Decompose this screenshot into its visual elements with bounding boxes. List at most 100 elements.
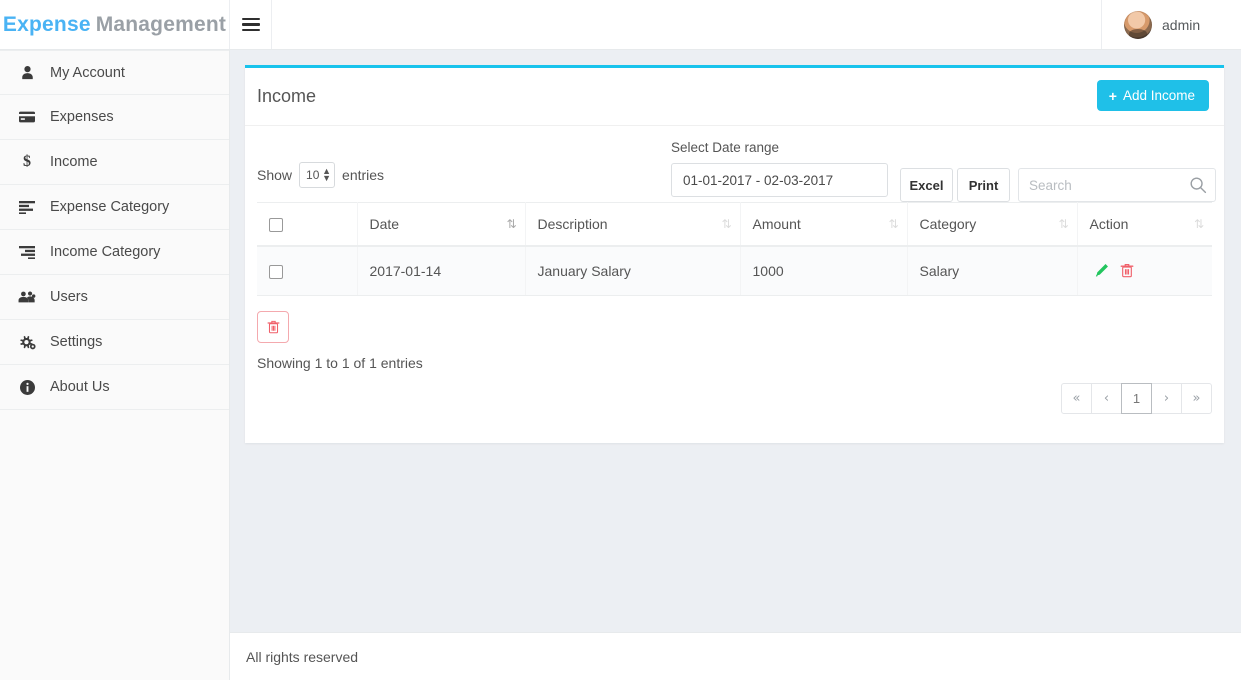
column-label: Description (538, 216, 608, 232)
brand-part-secondary: Management (96, 13, 226, 37)
bulk-delete-button[interactable] (257, 311, 289, 343)
column-label: Category (920, 216, 977, 232)
column-header-date[interactable]: Date ⇅ (357, 203, 525, 247)
print-button[interactable]: Print (957, 168, 1010, 202)
card-body: Show 10 25 50 100 ▲▼ entries (245, 126, 1224, 443)
sidebar-item-label: Expenses (50, 109, 114, 125)
users-icon (18, 290, 36, 304)
column-header-description[interactable]: Description ⇅ (525, 203, 740, 247)
sort-icon-description: ⇅ (721, 218, 730, 230)
brand-logo[interactable]: Expense Management (0, 0, 230, 49)
sort-icon-amount: ⇅ (888, 218, 897, 230)
table-row: 2017-01-14 January Salary 1000 Salary (257, 246, 1212, 295)
sidebar-item-label: About Us (50, 379, 110, 395)
table-head: Date ⇅ Description ⇅ Amount ⇅ (257, 203, 1212, 247)
pagination-page-1[interactable]: 1 (1121, 383, 1152, 414)
column-header-amount[interactable]: Amount ⇅ (740, 203, 907, 247)
row-checkbox-cell (257, 246, 357, 295)
cell-category: Salary (907, 246, 1077, 295)
page-length-select[interactable]: 10 25 50 100 (299, 162, 335, 188)
date-range-input[interactable] (671, 163, 888, 197)
main-content: Income + Add Income Show 10 25 50 (230, 50, 1241, 680)
top-bar-spacer (272, 0, 1101, 49)
table-info: Showing 1 to 1 of 1 entries (257, 355, 423, 371)
user-name-label: admin (1162, 17, 1200, 33)
credit-card-icon (18, 110, 36, 124)
page-footer: All rights reserved (230, 632, 1241, 680)
user-icon (18, 65, 36, 80)
sidebar-item-income-category[interactable]: Income Category (0, 230, 229, 275)
sidebar-item-settings[interactable]: Settings (0, 320, 229, 365)
sidebar: My Account Expenses $ Income Expense Cat… (0, 50, 230, 680)
user-menu[interactable]: admin (1101, 0, 1241, 49)
info-circle-icon (18, 380, 36, 395)
sort-icon-category: ⇅ (1058, 218, 1067, 230)
sidebar-item-label: Income (50, 154, 98, 170)
card-header: Income + Add Income (245, 68, 1224, 126)
search-input[interactable] (1019, 169, 1184, 201)
align-left-icon (18, 201, 36, 214)
sidebar-item-users[interactable]: Users (0, 275, 229, 320)
income-table: Date ⇅ Description ⇅ Amount ⇅ (257, 202, 1212, 296)
sidebar-item-label: Settings (50, 334, 102, 350)
sort-icon-action: ⇅ (1194, 218, 1203, 230)
cell-amount: 1000 (740, 246, 907, 295)
table-footer: Showing 1 to 1 of 1 entries « ‹ 1 › » (257, 355, 1212, 421)
footer-text: All rights reserved (246, 649, 358, 665)
sidebar-item-label: Expense Category (50, 199, 169, 215)
plus-icon: + (1109, 89, 1117, 103)
sidebar-item-label: My Account (50, 65, 125, 81)
date-range-label: Select Date range (671, 140, 888, 155)
sidebar-toggle-button[interactable] (230, 0, 272, 49)
entries-label: entries (342, 167, 384, 183)
column-header-category[interactable]: Category ⇅ (907, 203, 1077, 247)
export-excel-button[interactable]: Excel (900, 168, 953, 202)
table-body: 2017-01-14 January Salary 1000 Salary (257, 246, 1212, 295)
sidebar-item-my-account[interactable]: My Account (0, 50, 229, 95)
sort-icon-date: ⇅ (506, 218, 515, 230)
brand-part-primary: Expense (3, 13, 91, 37)
column-label: Date (370, 216, 400, 232)
hamburger-icon (242, 18, 260, 32)
search-icon[interactable] (1189, 176, 1207, 194)
search-box (1018, 168, 1216, 202)
add-income-button[interactable]: + Add Income (1097, 80, 1209, 111)
cell-date: 2017-01-14 (357, 246, 525, 295)
add-income-label: Add Income (1123, 88, 1195, 103)
row-checkbox[interactable] (269, 265, 283, 279)
show-label: Show (257, 167, 292, 183)
pagination-last[interactable]: » (1181, 383, 1212, 414)
column-header-action[interactable]: Action ⇅ (1077, 203, 1212, 247)
app-root: Expense Management admin My Account Expe… (0, 0, 1241, 680)
cell-action (1077, 246, 1212, 295)
date-range-control: Select Date range (671, 140, 888, 197)
table-header-row: Date ⇅ Description ⇅ Amount ⇅ (257, 203, 1212, 247)
column-label: Amount (753, 216, 801, 232)
income-card: Income + Add Income Show 10 25 50 (245, 65, 1224, 443)
align-right-icon (18, 246, 36, 259)
table-controls: Show 10 25 50 100 ▲▼ entries (257, 140, 1212, 202)
column-label: Action (1090, 216, 1129, 232)
page-length-wrap: 10 25 50 100 ▲▼ (299, 162, 335, 188)
column-header-checkbox[interactable] (257, 203, 357, 247)
sidebar-item-about-us[interactable]: About Us (0, 365, 229, 410)
pagination-previous[interactable]: ‹ (1091, 383, 1122, 414)
select-all-checkbox[interactable] (269, 218, 283, 232)
sidebar-item-label: Users (50, 289, 88, 305)
page-title: Income (257, 86, 316, 107)
sidebar-item-label: Income Category (50, 244, 160, 260)
sidebar-item-income[interactable]: $ Income (0, 140, 229, 185)
show-entries-control: Show 10 25 50 100 ▲▼ entries (257, 162, 384, 188)
pagination: « ‹ 1 › » (1061, 383, 1212, 414)
pagination-next[interactable]: › (1151, 383, 1182, 414)
cell-description: January Salary (525, 246, 740, 295)
edit-row-button[interactable] (1090, 263, 1113, 280)
avatar (1124, 11, 1152, 39)
dollar-icon: $ (18, 153, 36, 171)
pagination-first[interactable]: « (1061, 383, 1092, 414)
delete-row-button[interactable] (1116, 263, 1138, 280)
gears-icon (18, 335, 36, 350)
sidebar-item-expenses[interactable]: Expenses (0, 95, 229, 140)
sidebar-item-expense-category[interactable]: Expense Category (0, 185, 229, 230)
top-bar: Expense Management admin (0, 0, 1241, 50)
